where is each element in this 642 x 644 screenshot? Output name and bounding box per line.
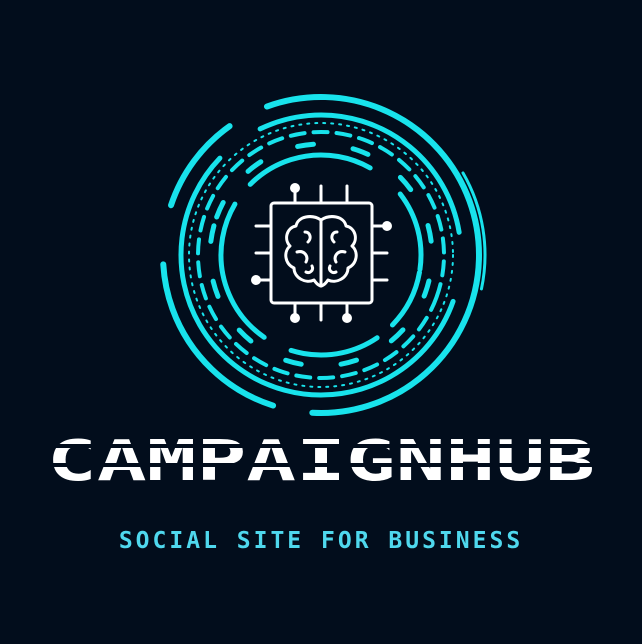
brand-name-text: CAMPAIGNHUB <box>47 429 595 494</box>
tagline: SOCIAL SITE FOR BUSINESS <box>118 528 524 554</box>
brand-name: CAMPAIGNHUB <box>40 429 602 494</box>
brain-chip-icon <box>251 183 392 323</box>
logo-canvas: CAMPAIGNHUB SOCIAL SITE FOR BUSINESS <box>0 0 642 644</box>
circuit-rings-icon <box>155 89 487 420</box>
